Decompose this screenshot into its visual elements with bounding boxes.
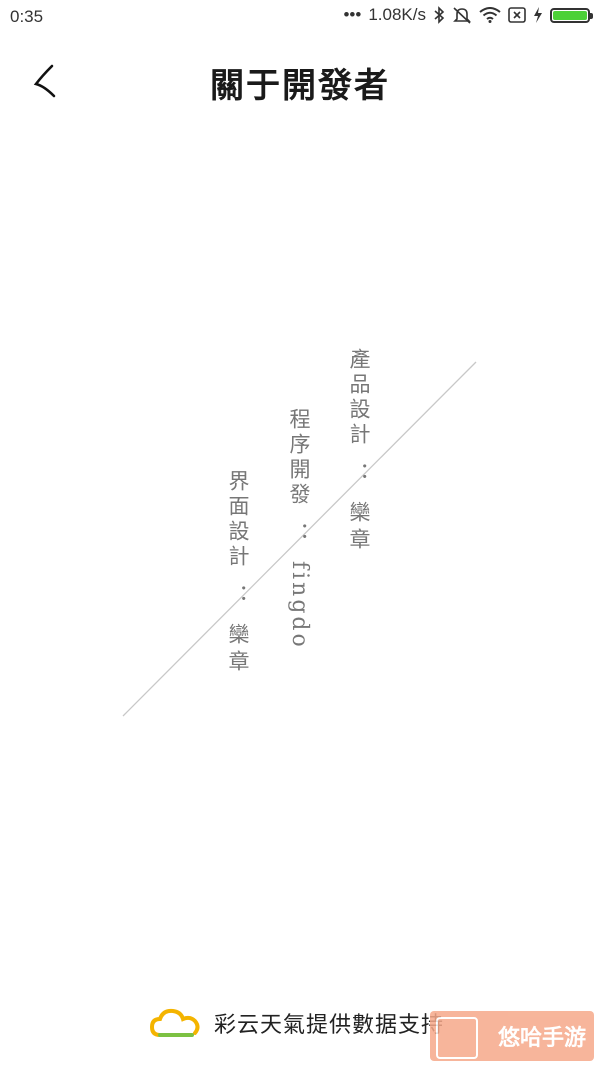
- credit-name: 欒章: [226, 623, 250, 677]
- credit-product-design: 產品設計 ： 欒章: [347, 348, 371, 555]
- watermark-text: 悠哈手游: [497, 1026, 586, 1051]
- credit-separator: ：: [226, 584, 250, 609]
- credit-development: 程序開發 ： fingdo: [287, 408, 312, 650]
- credit-role: 程序開發: [287, 408, 311, 508]
- credit-ui-design: 界面設計 ： 欒章: [226, 470, 250, 677]
- credit-role: 產品設計: [347, 348, 371, 448]
- caiyun-cloud-logo-icon: [150, 1008, 200, 1037]
- credit-separator: ：: [287, 522, 311, 547]
- footer-attribution: 彩云天氣提供數据支持: [150, 1005, 444, 1041]
- credit-separator: ：: [347, 462, 371, 487]
- watermark-logo-icon: [436, 1017, 478, 1059]
- footer-text: 彩云天氣提供數据支持: [214, 1013, 445, 1038]
- credit-name: fingdo: [287, 561, 312, 650]
- credit-role: 界面設計: [226, 470, 250, 570]
- credit-name: 欒章: [347, 501, 371, 555]
- watermark: 悠哈手游: [430, 1011, 594, 1061]
